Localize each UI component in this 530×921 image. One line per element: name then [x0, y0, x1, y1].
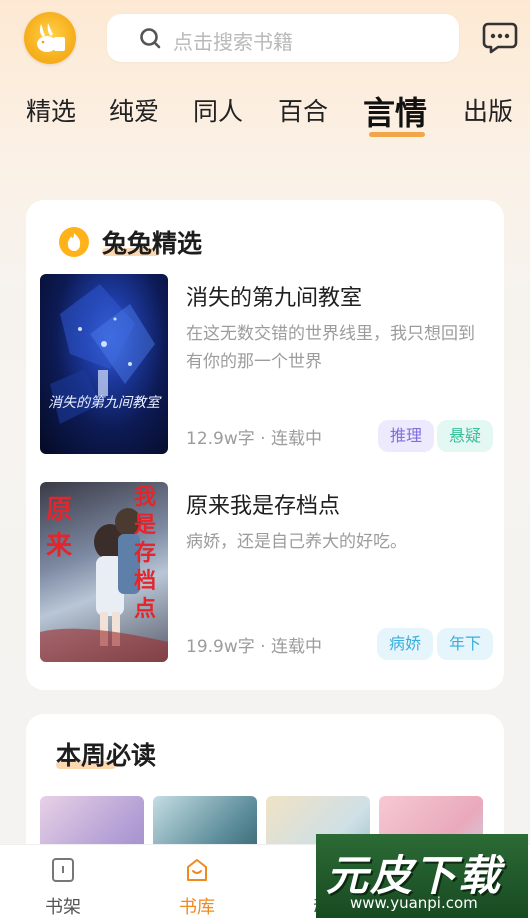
flame-icon: [59, 227, 89, 257]
cover-title-right: 我是存档点: [134, 485, 157, 622]
nav-bookshelf[interactable]: 书架: [18, 845, 108, 921]
user-avatar[interactable]: [24, 12, 76, 64]
bookshelf-icon: [52, 858, 74, 882]
book-description: 在这无数交错的世界线里，我只想回到有你的那一个世界: [186, 324, 475, 372]
book-tag[interactable]: 年下: [437, 628, 494, 660]
search-icon: [140, 28, 161, 49]
nav-library[interactable]: 书库: [152, 845, 242, 921]
tab-tongren[interactable]: 同人: [193, 92, 243, 128]
book-cover[interactable]: 原来 我是存档点: [40, 482, 168, 662]
cover-illustration: [50, 284, 155, 424]
book-tag[interactable]: 推理: [378, 420, 435, 452]
rabbit-logo-icon: [37, 23, 65, 52]
search-placeholder: 点击搜索书籍: [173, 30, 293, 54]
book-meta: 12.9w字 · 连载中: [186, 429, 322, 449]
featured-section: 兔兔精选 消失的第九间教室 消失的第九间教室 在这无数交错的世界线里，我只想回到…: [26, 200, 504, 690]
tab-baihe[interactable]: 百合: [278, 92, 328, 128]
active-tab-indicator: [369, 132, 425, 137]
search-bar[interactable]: 点击搜索书籍: [107, 14, 459, 62]
library-icon: [187, 859, 207, 881]
featured-title: 兔兔精选: [102, 229, 203, 258]
top-bar: 点击搜索书籍: [0, 0, 530, 80]
nav-label: 书架: [45, 897, 81, 918]
watermark: 元皮下载 www.yuanpi.com: [316, 834, 528, 918]
tab-jingxuan[interactable]: 精选: [26, 92, 76, 128]
book-title[interactable]: 原来我是存档点: [186, 488, 340, 520]
cover-title-text: 消失的第九间教室: [48, 395, 160, 411]
book-cover[interactable]: 消失的第九间教室: [40, 274, 168, 454]
cover-title-left: 原来: [46, 495, 73, 561]
tab-chuban[interactable]: 出版: [463, 92, 513, 128]
book-tag[interactable]: 病娇: [377, 628, 434, 660]
book-tag[interactable]: 悬疑: [437, 420, 494, 452]
book-item[interactable]: 消失的第九间教室 消失的第九间教室 在这无数交错的世界线里，我只想回到有你的那一…: [40, 274, 494, 454]
tab-yanqing[interactable]: 言情: [363, 88, 427, 134]
weekly-title: 本周必读: [56, 741, 157, 770]
message-icon[interactable]: [482, 22, 518, 54]
book-title[interactable]: 消失的第九间教室: [186, 280, 362, 312]
book-item[interactable]: 原来 我是存档点 原来我是存档点 病娇，还是自己养大的好吃。 19.9w字 · …: [40, 482, 494, 662]
book-meta: 19.9w字 · 连载中: [186, 637, 322, 657]
category-tabs: 精选 纯爱 同人 百合 言情 出版: [0, 88, 530, 138]
book-description: 病娇，还是自己养大的好吃。: [186, 532, 407, 552]
watermark-url: www.yuanpi.com: [350, 894, 478, 912]
nav-label: 书库: [179, 897, 215, 918]
tab-chunai[interactable]: 纯爱: [109, 92, 159, 128]
